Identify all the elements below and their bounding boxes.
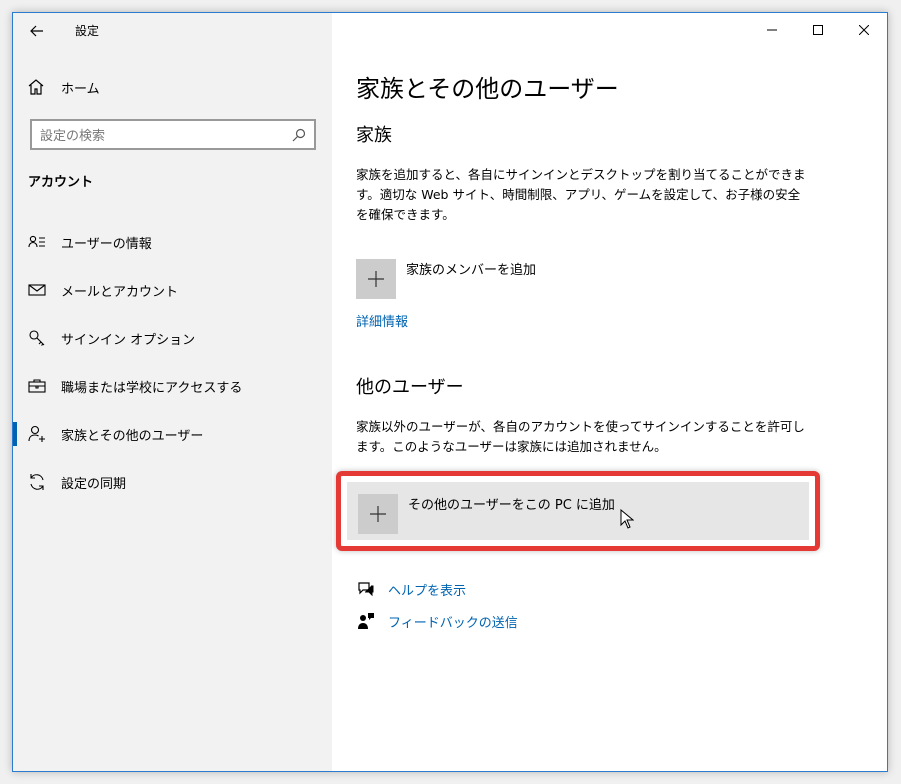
window-controls [749,13,887,47]
plus-icon [356,259,396,299]
add-family-member-button[interactable]: 家族のメンバーを追加 [356,259,536,299]
person-add-icon [27,424,47,444]
help-chat-icon [356,579,376,599]
sidebar-item-user-info[interactable]: ユーザーの情報 [13,218,332,266]
sidebar-item-mail[interactable]: メールとアカウント [13,266,332,314]
sidebar-nav: ユーザーの情報 メールとアカウント サインイン オプション 職場または学校にアク… [13,218,332,506]
sidebar-item-label: 家族とその他のユーザー [61,428,204,444]
help-link[interactable]: ヘルプを表示 [388,580,466,599]
mail-icon [27,280,47,300]
sidebar-item-sync[interactable]: 設定の同期 [13,458,332,506]
home-label: ホーム [61,81,100,97]
home-nav[interactable]: ホーム [27,75,100,99]
highlight-frame: その他のユーザーをこの PC に追加 [336,471,820,551]
section-label: アカウント [28,175,94,190]
sidebar-item-label: メールとアカウント [61,284,179,300]
minimize-button[interactable] [749,13,795,47]
minimize-icon [767,29,777,31]
main-content: 家族とその他のユーザー 家族 家族を追加すると、各自にサインインとデスクトップを… [332,13,887,771]
back-button[interactable] [23,19,51,43]
add-other-user-row[interactable]: その他のユーザーをこの PC に追加 [358,494,615,534]
sidebar-item-label: ユーザーの情報 [61,236,152,252]
sidebar-item-work-school[interactable]: 職場または学校にアクセスする [13,362,332,410]
feedback-row[interactable]: フィードバックの送信 [356,611,518,631]
close-button[interactable] [841,13,887,47]
key-icon [27,328,47,348]
sidebar-item-family[interactable]: 家族とその他のユーザー [13,410,332,458]
page-title: 家族とその他のユーザー [356,75,619,103]
family-description: 家族を追加すると、各自にサインインとデスクトップを割り当てることができます。適切… [356,167,806,222]
sidebar: 設定 ホーム 設定の検索 アカウント ユーザーの情報 メールとアカウント サイン… [13,13,332,771]
feedback-link[interactable]: フィードバックの送信 [388,612,518,631]
details-link[interactable]: 詳細情報 [356,311,408,330]
maximize-icon [813,25,823,35]
close-icon [859,25,869,35]
add-other-user-button[interactable]: その他のユーザーをこの PC に追加 [347,482,809,540]
help-row[interactable]: ヘルプを表示 [356,579,466,599]
search-input[interactable]: 設定の検索 [30,119,316,150]
sidebar-item-signin[interactable]: サインイン オプション [13,314,332,362]
family-heading: 家族 [356,125,392,146]
back-arrow-icon [30,25,43,37]
search-placeholder: 設定の検索 [40,129,106,144]
add-other-user-label: その他のユーザーをこの PC に追加 [408,498,615,513]
plus-icon [358,494,398,534]
other-users-description: 家族以外のユーザーが、各自のアカウントを使ってサインインすることを許可します。こ… [356,419,805,454]
app-title: 設定 [75,24,100,38]
titlebar-left: 設定 [13,13,332,47]
sidebar-item-label: 設定の同期 [61,476,127,492]
sync-icon [27,472,47,492]
feedback-icon [356,611,376,631]
other-users-heading: 他のユーザー [356,377,464,398]
home-icon [28,79,44,95]
briefcase-icon [27,376,47,396]
search-icon [292,128,306,141]
maximize-button[interactable] [795,13,841,47]
mouse-cursor-icon [620,509,634,529]
sidebar-item-label: サインイン オプション [61,332,196,348]
settings-window: 設定 ホーム 設定の検索 アカウント ユーザーの情報 メールとアカウント サイン… [12,12,888,772]
user-info-icon [27,232,47,252]
add-family-member-label: 家族のメンバーを追加 [406,263,537,278]
sidebar-item-label: 職場または学校にアクセスする [61,380,243,396]
